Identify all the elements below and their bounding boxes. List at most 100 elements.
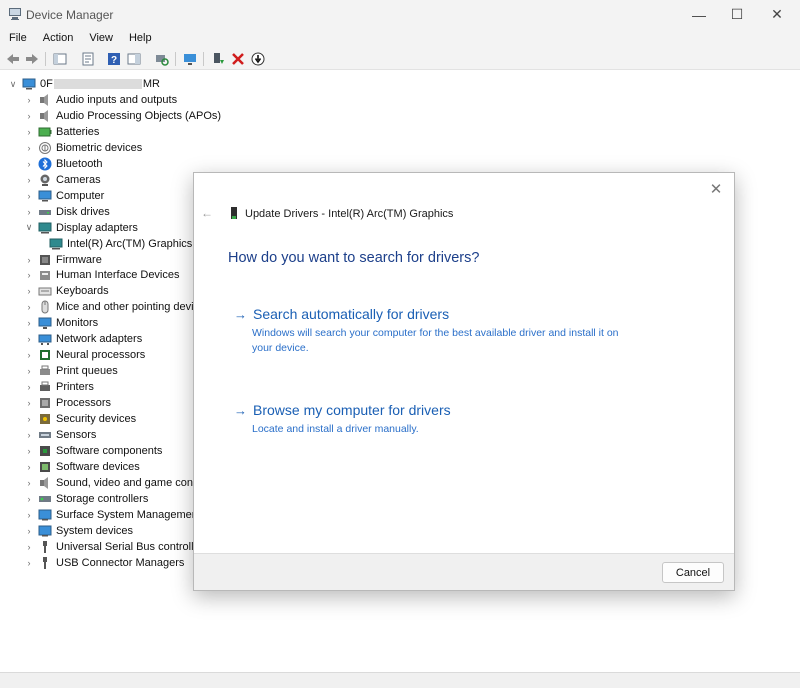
tree-category-item[interactable]: › System devices	[24, 523, 134, 539]
tree-category-item[interactable]: › Bluetooth	[24, 156, 102, 172]
chevron-right-icon[interactable]: ›	[24, 95, 34, 105]
disable-device-icon[interactable]	[250, 51, 266, 67]
tree-category-item[interactable]: › Universal Serial Bus controllers	[24, 539, 209, 555]
back-arrow-icon[interactable]: ←	[201, 206, 213, 220]
tree-category-item[interactable]: › Print queues	[24, 363, 118, 379]
chevron-right-icon[interactable]: ›	[24, 510, 34, 520]
system-device-icon	[38, 524, 52, 538]
chevron-right-icon[interactable]: ›	[24, 143, 34, 153]
tree-root[interactable]: ∨ 0F MR	[8, 76, 160, 92]
monitor-icon[interactable]	[182, 51, 198, 67]
tree-category-item[interactable]: › Biometric devices	[24, 140, 142, 156]
tree-category-item[interactable]: › Software components	[24, 443, 163, 459]
tree-root-suffix: MR	[142, 78, 160, 90]
storage-controller-icon	[38, 492, 52, 506]
tree-category-item[interactable]: › Sensors	[24, 427, 97, 443]
display-adapter-icon	[38, 221, 52, 235]
speaker-icon	[38, 476, 52, 490]
forward-arrow-icon[interactable]	[24, 51, 40, 67]
cancel-button[interactable]: Cancel	[662, 562, 724, 583]
menu-action[interactable]: Action	[34, 29, 81, 48]
properties-icon[interactable]	[80, 51, 96, 67]
chevron-right-icon[interactable]: ›	[24, 366, 34, 376]
tree-category-item[interactable]: › Mice and other pointing devices	[24, 299, 211, 315]
tree-item-label: Software devices	[56, 460, 140, 473]
chevron-right-icon[interactable]: ›	[24, 414, 34, 424]
back-arrow-icon[interactable]	[5, 51, 21, 67]
tree-category-item[interactable]: › USB Connector Managers	[24, 555, 184, 571]
chevron-right-icon[interactable]: ›	[24, 382, 34, 392]
hid-icon	[38, 268, 52, 282]
tree-category-item[interactable]: › Software devices	[24, 459, 140, 475]
tree-category-item[interactable]: › Network adapters	[24, 331, 142, 347]
menu-file[interactable]: File	[0, 29, 34, 48]
help-icon[interactable]: ?	[106, 51, 122, 67]
search-automatically-option[interactable]: → Search automatically for drivers Windo…	[234, 306, 632, 356]
tree-category-item[interactable]: › Security devices	[24, 411, 137, 427]
chevron-right-icon[interactable]: ›	[24, 398, 34, 408]
chevron-right-icon[interactable]: ›	[24, 191, 34, 201]
tree-category-item[interactable]: › Computer	[24, 188, 105, 204]
tree-category-item[interactable]: › Audio Processing Objects (APOs)	[24, 108, 221, 124]
menu-bar: File Action View Help	[0, 29, 800, 48]
chevron-right-icon[interactable]: ›	[24, 462, 34, 472]
tree-category-item[interactable]: › Processors	[24, 395, 112, 411]
software-component-icon	[38, 444, 52, 458]
tree-category-item[interactable]: › Keyboards	[24, 283, 109, 299]
tree-category-item[interactable]: › Batteries	[24, 124, 100, 140]
system-device-icon	[38, 508, 52, 522]
chevron-right-icon[interactable]: ›	[24, 494, 34, 504]
chevron-right-icon[interactable]: ›	[24, 334, 34, 344]
menu-help[interactable]: Help	[120, 29, 159, 48]
chevron-right-icon[interactable]: ›	[24, 159, 34, 169]
chevron-right-icon[interactable]: ›	[24, 478, 34, 488]
tree-category-item[interactable]: ∨ Display adapters	[24, 220, 138, 236]
tree-category-item[interactable]: › Monitors	[24, 315, 98, 331]
toolbar-separator	[45, 52, 46, 66]
action-pane-icon[interactable]	[126, 51, 142, 67]
chevron-right-icon[interactable]: ›	[24, 255, 34, 265]
tree-category-item[interactable]: › Cameras	[24, 172, 101, 188]
chevron-right-icon[interactable]: ›	[24, 286, 34, 296]
chevron-right-icon[interactable]: ›	[24, 350, 34, 360]
tree-category-item[interactable]: › Audio inputs and outputs	[24, 92, 177, 108]
chevron-right-icon[interactable]: ›	[24, 111, 34, 121]
chevron-right-icon[interactable]: ›	[24, 446, 34, 456]
tree-category-item[interactable]: › Firmware	[24, 252, 102, 268]
tree-item-label: Processors	[56, 397, 112, 410]
chevron-right-icon[interactable]: ›	[24, 302, 34, 312]
tree-category-item[interactable]: › Human Interface Devices	[24, 267, 180, 283]
menu-view[interactable]: View	[80, 29, 120, 48]
tree-item-label: Printers	[56, 381, 94, 394]
chevron-down-icon[interactable]: ∨	[24, 222, 34, 233]
usb-icon	[38, 556, 52, 570]
chevron-right-icon[interactable]: ›	[24, 127, 34, 137]
tree-item-label: Sensors	[56, 428, 97, 441]
dialog-close-button[interactable]: ✕	[706, 179, 726, 199]
chevron-right-icon[interactable]: ›	[24, 270, 34, 280]
show-hide-console-tree-icon[interactable]	[52, 51, 68, 67]
chevron-right-icon[interactable]: ›	[24, 526, 34, 536]
tree-category-item[interactable]: › Disk drives	[24, 204, 110, 220]
browse-computer-option[interactable]: → Browse my computer for drivers Locate …	[234, 402, 632, 437]
tree-category-item[interactable]: › Printers	[24, 379, 94, 395]
tree-category-item[interactable]: › Surface System Management	[24, 507, 201, 523]
chevron-right-icon[interactable]: ›	[24, 207, 34, 217]
scan-hardware-changes-icon[interactable]	[154, 51, 170, 67]
tree-category-item[interactable]: › Neural processors	[24, 347, 146, 363]
tree-category-item[interactable]: › Storage controllers	[24, 491, 149, 507]
chevron-right-icon[interactable]: ›	[24, 558, 34, 568]
update-driver-icon[interactable]	[210, 51, 226, 67]
uninstall-device-icon[interactable]	[230, 51, 246, 67]
tree-device-item[interactable]: Intel(R) Arc(TM) Graphics	[41, 236, 192, 252]
bluetooth-icon	[38, 157, 52, 171]
chevron-down-icon[interactable]: ∨	[8, 79, 18, 90]
dialog-caption: Update Drivers - Intel(R) Arc(TM) Graphi…	[245, 208, 454, 220]
window-title: Device Manager	[26, 8, 114, 22]
chevron-right-icon[interactable]: ›	[24, 430, 34, 440]
close-button[interactable]: ✕	[754, 0, 800, 29]
title-bar: Device Manager — ☐ ✕	[0, 0, 800, 29]
chevron-right-icon[interactable]: ›	[24, 542, 34, 552]
chevron-right-icon[interactable]: ›	[24, 175, 34, 185]
chevron-right-icon[interactable]: ›	[24, 318, 34, 328]
